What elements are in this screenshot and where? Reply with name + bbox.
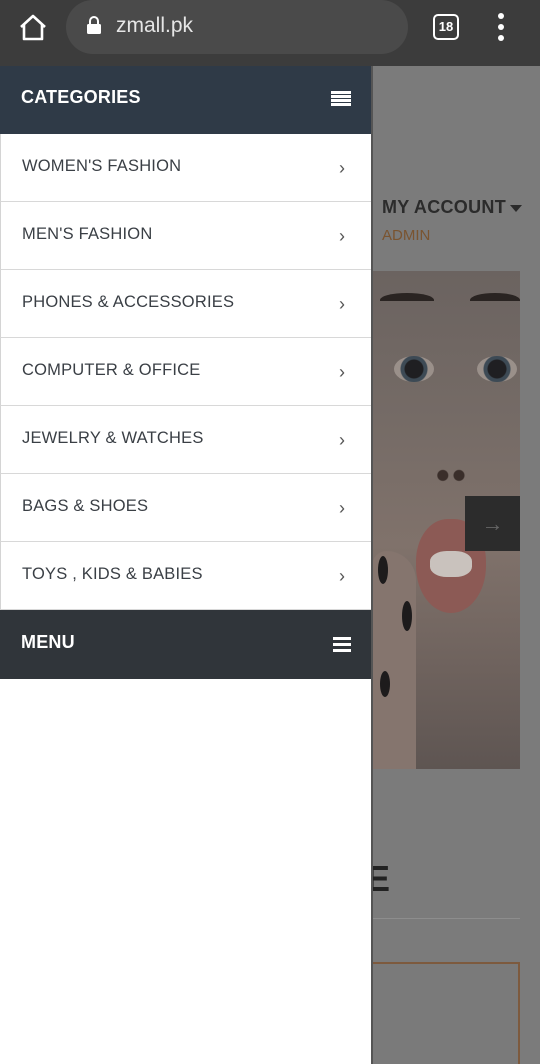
hamburger-icon[interactable] [333,637,351,652]
more-vert-icon[interactable] [492,13,510,43]
lock-icon [86,15,102,35]
section-divider [372,918,520,919]
category-item-bags-shoes[interactable]: BAGS & SHOES › [0,474,372,542]
categories-title: CATEGORIES [21,87,141,107]
category-item-computer-office[interactable]: COMPUTER & OFFICE › [0,338,372,406]
category-label: WOMEN'S FASHION [22,157,182,175]
category-item-phones-accessories[interactable]: PHONES & ACCESSORIES › [0,270,372,338]
product-card[interactable] [372,962,520,1064]
category-label: COMPUTER & OFFICE [22,361,201,379]
categories-list: WOMEN'S FASHION › MEN'S FASHION › PHONES… [0,134,372,610]
category-item-jewelry-watches[interactable]: JEWELRY & WATCHES › [0,406,372,474]
category-label: MEN'S FASHION [22,225,153,243]
drawer-edge [371,66,373,1064]
side-drawer: CATEGORIES WOMEN'S FASHION › MEN'S FASHI… [0,66,372,1064]
categories-header[interactable]: CATEGORIES [0,66,372,134]
caret-down-icon [510,204,522,212]
browser-toolbar: zmall.pk 18 [0,0,540,66]
chevron-right-icon: › [339,362,345,382]
url-text[interactable]: zmall.pk [116,14,193,38]
category-item-toys-kids-babies[interactable]: TOYS , KIDS & BABIES › [0,542,372,610]
category-item-womens-fashion[interactable]: WOMEN'S FASHION › [0,134,372,202]
chevron-right-icon: › [339,566,345,586]
chevron-right-icon: › [339,294,345,314]
chevron-right-icon: › [339,498,345,518]
tabs-icon[interactable]: 18 [433,14,459,40]
list-icon[interactable] [331,91,351,107]
admin-link[interactable]: ADMIN [382,227,430,244]
chevron-right-icon: › [339,430,345,450]
menu-header[interactable]: MENU [0,610,372,679]
slider-next-arrow-icon[interactable]: → [465,496,520,551]
category-item-mens-fashion[interactable]: MEN'S FASHION › [0,202,372,270]
chevron-right-icon: › [339,226,345,246]
home-icon[interactable] [14,11,54,43]
my-account-link[interactable]: MY ACCOUNT [382,197,522,218]
menu-title: MENU [21,632,75,652]
category-label: PHONES & ACCESSORIES [22,293,235,311]
chevron-right-icon: › [339,158,345,178]
category-label: JEWELRY & WATCHES [22,429,204,447]
category-label: BAGS & SHOES [22,497,149,515]
my-account-label: MY ACCOUNT [382,197,506,217]
category-label: TOYS , KIDS & BABIES [22,565,203,583]
